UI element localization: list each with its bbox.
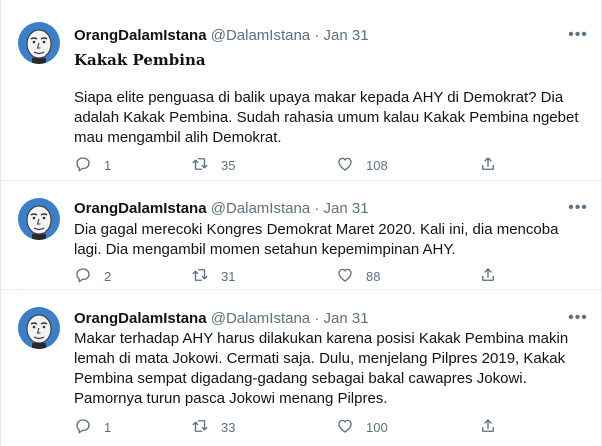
share-icon [479, 417, 497, 438]
avatar[interactable] [18, 307, 60, 349]
heart-icon [336, 266, 354, 287]
reply-icon [74, 266, 92, 287]
like-button[interactable]: 88 [336, 266, 380, 286]
retweet-count: 31 [221, 268, 236, 284]
tweet-3[interactable]: OrangDalamIstana @DalamIstana · Jan 31 •… [0, 290, 602, 446]
author-name[interactable]: OrangDalamIstana [74, 310, 207, 327]
tweet-date[interactable]: Jan 31 [324, 27, 369, 44]
tweet-header: OrangDalamIstana @DalamIstana · Jan 31 [74, 310, 369, 328]
like-count: 100 [366, 419, 388, 435]
reply-button[interactable]: 1 [74, 417, 111, 437]
more-icon[interactable]: ••• [566, 200, 590, 221]
reply-icon [74, 417, 92, 438]
author-name[interactable]: OrangDalamIstana [74, 200, 207, 217]
reply-icon [74, 155, 92, 176]
tweet-text-line: Pamornya turun pasca Jokowi menang Pilpr… [74, 390, 388, 407]
more-icon[interactable]: ••• [566, 27, 590, 48]
tweet-1[interactable]: OrangDalamIstana @DalamIstana · Jan 31 •… [0, 0, 602, 180]
tweet-text: Makar terhadap AHY harus dilakukan karen… [74, 329, 584, 409]
retweet-button[interactable]: 31 [191, 266, 235, 286]
share-button[interactable] [479, 266, 497, 286]
reply-count: 1 [104, 419, 112, 435]
like-button[interactable]: 100 [336, 417, 388, 437]
tweet-header: OrangDalamIstana @DalamIstana · Jan 31 [74, 27, 369, 45]
retweet-button[interactable]: 35 [191, 155, 235, 175]
tweet-text-line: Pembina sempat digadang-gadang sebagai b… [74, 370, 527, 387]
separator-dot: · [314, 200, 320, 217]
share-icon [479, 155, 497, 176]
share-icon [479, 266, 497, 287]
separator-dot: · [314, 27, 320, 44]
retweet-count: 33 [221, 419, 236, 435]
tweet-text: Siapa elite penguasa di balik upaya maka… [74, 88, 584, 148]
retweet-button[interactable]: 33 [191, 417, 235, 437]
tweet-text-line: lagi. Dia mengambil momen setahun kepemi… [74, 241, 456, 258]
heart-icon [336, 417, 354, 438]
like-button[interactable]: 108 [336, 155, 388, 175]
tweet-text-line: mau mengambil alih Demokrat. [74, 129, 282, 146]
author-handle[interactable]: @DalamIstana [211, 27, 310, 44]
retweet-icon [191, 417, 209, 438]
heart-icon [336, 155, 354, 176]
author-handle[interactable]: @DalamIstana [211, 310, 310, 327]
reply-button[interactable]: 1 [74, 155, 111, 175]
tweet-date[interactable]: Jan 31 [324, 310, 369, 327]
avatar[interactable] [18, 198, 60, 240]
share-button[interactable] [479, 417, 497, 437]
retweet-icon [191, 266, 209, 287]
tweet-text-line: adalah Kakak Pembina. Sudah rahasia umum… [74, 109, 579, 126]
tweet-text-line: lemah di mata Jokowi. Cermati saja. Dulu… [74, 350, 566, 367]
author-name[interactable]: OrangDalamIstana [74, 27, 207, 44]
avatar[interactable] [18, 22, 60, 64]
tweet-2[interactable]: OrangDalamIstana @DalamIstana · Jan 31 •… [0, 181, 602, 289]
reply-button[interactable]: 2 [74, 266, 111, 286]
tweet-text-line: Siapa elite penguasa di balik upaya maka… [74, 89, 564, 106]
tweet-title: Kakak Pembina [74, 51, 206, 69]
retweet-count: 35 [221, 157, 236, 173]
tweet-text-line: Dia gagal merecoki Kongres Demokrat Mare… [74, 221, 559, 238]
tweet-header: OrangDalamIstana @DalamIstana · Jan 31 [74, 200, 369, 218]
author-handle[interactable]: @DalamIstana [211, 200, 310, 217]
tweet-actions: 2 31 88 [74, 266, 514, 286]
tweet-text: Dia gagal merecoki Kongres Demokrat Mare… [74, 220, 584, 260]
like-count: 88 [366, 268, 381, 284]
tweet-actions: 1 33 100 [74, 417, 514, 437]
tweet-actions: 1 35 108 [74, 155, 514, 175]
tweet-text-line: Makar terhadap AHY harus dilakukan karen… [74, 330, 569, 347]
tweet-date[interactable]: Jan 31 [324, 200, 369, 217]
share-button[interactable] [479, 155, 497, 175]
separator-dot: · [314, 310, 320, 327]
reply-count: 1 [104, 157, 112, 173]
like-count: 108 [366, 157, 388, 173]
reply-count: 2 [104, 268, 112, 284]
retweet-icon [191, 155, 209, 176]
